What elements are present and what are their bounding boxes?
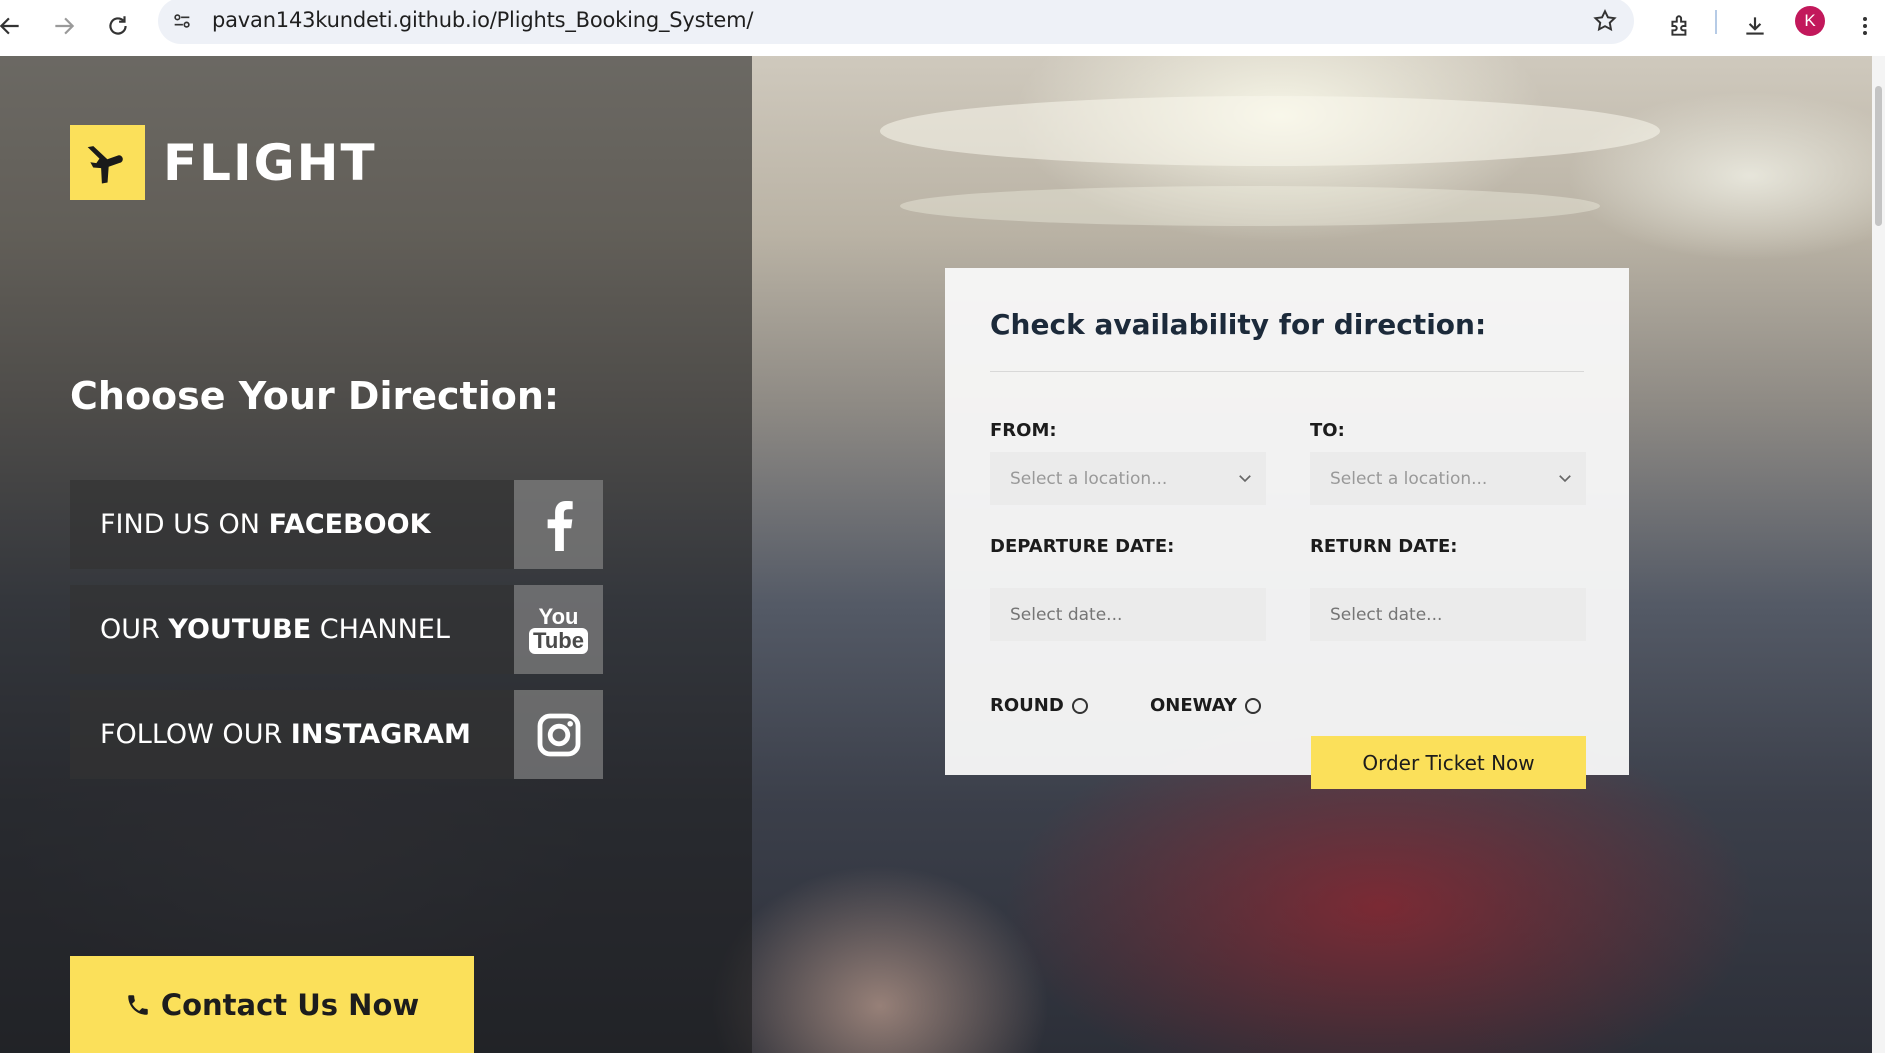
sidebar-title: Choose Your Direction: — [70, 374, 560, 418]
from-label: FROM: — [990, 420, 1057, 441]
page-scrollbar[interactable] — [1872, 56, 1885, 1053]
back-icon — [0, 17, 19, 35]
youtube-icon: You Tube — [514, 585, 603, 674]
round-radio[interactable] — [1071, 697, 1088, 714]
brand-name: FLIGHT — [163, 133, 377, 192]
toolbar-separator — [1715, 10, 1717, 34]
profile-avatar[interactable]: K — [1795, 6, 1825, 36]
facebook-icon — [514, 480, 603, 569]
cabin-ceiling-light — [880, 96, 1660, 166]
phone-icon — [128, 994, 148, 1015]
departure-date-label: DEPARTURE DATE: — [990, 536, 1175, 557]
youtube-label: OUR YOUTUBE CHANNEL — [100, 614, 450, 645]
facebook-label: FIND US ON FACEBOOK — [100, 509, 431, 540]
booking-title: Check availability for direction: — [990, 308, 1487, 341]
return-date-input[interactable] — [1310, 588, 1586, 641]
menu-icon — [1863, 17, 1867, 35]
address-bar[interactable]: pavan143kundeti.github.io/Plights_Bookin… — [158, 0, 1634, 44]
from-select[interactable]: Select a location... — [990, 452, 1266, 505]
contact-us-button[interactable]: Contact Us Now — [70, 956, 474, 1053]
chevron-down-icon — [1559, 475, 1571, 483]
download-icon — [1746, 17, 1764, 35]
round-trip-option[interactable]: ROUND — [990, 695, 1088, 716]
reload-icon — [109, 16, 127, 35]
youtube-link[interactable]: OUR YOUTUBE CHANNEL You Tube — [70, 585, 603, 674]
order-ticket-button[interactable]: Order Ticket Now — [1311, 736, 1586, 789]
forward-button[interactable] — [44, 6, 84, 46]
to-select[interactable]: Select a location... — [1310, 452, 1586, 505]
cabin-ceiling-light — [900, 186, 1600, 226]
extensions-button[interactable] — [1660, 6, 1700, 46]
hero-background: FLIGHT Choose Your Direction: FIND US ON… — [0, 56, 1872, 1053]
url-text[interactable]: pavan143kundeti.github.io/Plights_Bookin… — [212, 8, 753, 32]
instagram-icon — [514, 690, 603, 779]
to-label: TO: — [1310, 420, 1345, 441]
forward-icon — [55, 17, 75, 35]
airplane-icon — [70, 125, 145, 200]
back-button[interactable] — [0, 6, 30, 46]
divider — [990, 371, 1584, 372]
reload-button[interactable] — [98, 6, 138, 46]
oneway-option[interactable]: ONEWAY — [1150, 695, 1261, 716]
site-info-icon[interactable] — [168, 7, 196, 35]
browser-toolbar: pavan143kundeti.github.io/Plights_Bookin… — [0, 0, 1885, 56]
bookmark-star-icon[interactable] — [1592, 8, 1618, 39]
facebook-link[interactable]: FIND US ON FACEBOOK — [70, 480, 603, 569]
brand-logo[interactable]: FLIGHT — [70, 125, 377, 200]
chevron-down-icon — [1239, 475, 1251, 483]
scrollbar-thumb[interactable] — [1875, 86, 1882, 226]
menu-button[interactable] — [1845, 6, 1885, 46]
contact-us-label: Contact Us Now — [160, 987, 420, 1022]
booking-panel: Check availability for direction: FROM: … — [945, 268, 1629, 789]
instagram-label: FOLLOW OUR INSTAGRAM — [100, 719, 471, 750]
extensions-icon — [1671, 15, 1687, 36]
download-button[interactable] — [1735, 6, 1775, 46]
instagram-link[interactable]: FOLLOW OUR INSTAGRAM — [70, 690, 603, 779]
return-date-label: RETURN DATE: — [1310, 536, 1458, 557]
departure-date-input[interactable] — [990, 588, 1266, 641]
oneway-radio[interactable] — [1244, 697, 1261, 714]
